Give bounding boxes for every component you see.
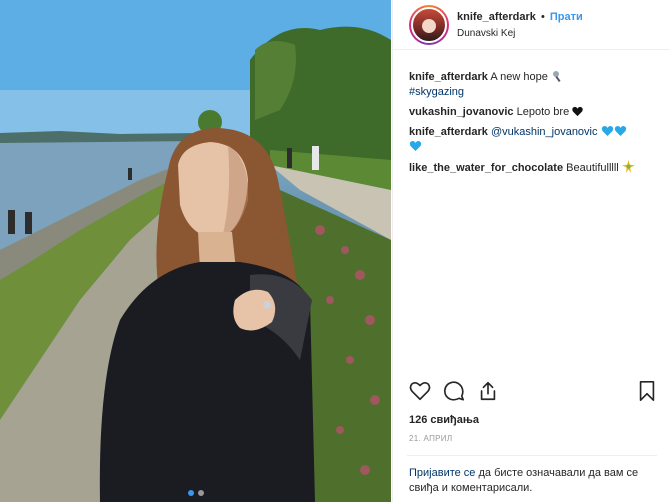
post-header-text: knife_afterdark • Прати Dunavski Kej [457, 10, 583, 39]
blue-heart-icon [601, 126, 613, 136]
post-photo[interactable] [0, 0, 391, 502]
comment-username[interactable]: vukashin_jovanovic [409, 106, 514, 118]
comment-icon[interactable] [443, 380, 465, 402]
comment-item: knife_afterdark @vukashin_jovanovic [409, 125, 661, 155]
comment-username[interactable]: knife_afterdark [409, 126, 488, 138]
divider [407, 455, 657, 456]
microphone-icon [552, 71, 561, 82]
carousel-dot-active[interactable] [187, 490, 194, 496]
bookmark-icon[interactable] [637, 380, 657, 402]
sparkle-icon [621, 160, 635, 173]
comment-username[interactable]: knife_afterdark [409, 71, 488, 83]
post-author-username[interactable]: knife_afterdark [457, 11, 536, 23]
comment-caption: knife_afterdark A new hope #skygazing [409, 70, 661, 100]
login-prompt: Пријавите се да бисте означавали да вам … [409, 466, 659, 496]
blue-heart-icon [614, 126, 626, 136]
blue-heart-icon [409, 141, 422, 151]
hashtag-link[interactable]: #skygazing [409, 86, 464, 98]
comment-item: vukashin_jovanovic Lepoto bre [409, 105, 661, 120]
comment-text: Beautifulllll [563, 162, 622, 174]
post-side-panel: knife_afterdark • Прати Dunavski Kej kni… [392, 0, 670, 502]
comment-username[interactable]: like_the_water_for_chocolate [409, 162, 563, 174]
comments-list: knife_afterdark A new hope #skygazing vu… [409, 70, 661, 181]
comment-text: Lepoto bre [513, 106, 573, 118]
avatar[interactable] [409, 4, 449, 45]
post-actions [409, 380, 659, 406]
carousel-indicator [0, 490, 391, 496]
comment-text: A new hope [487, 71, 551, 83]
location-link[interactable]: Dunavski Kej [457, 28, 583, 39]
heart-icon[interactable] [409, 380, 431, 402]
post-date[interactable]: 21. АПРИЛ [409, 434, 452, 443]
header-separator: • [540, 11, 545, 23]
post-header: knife_afterdark • Прати Dunavski Kej [393, 0, 670, 50]
mention-link[interactable]: @vukashin_jovanovic [491, 126, 598, 138]
black-heart-icon [572, 106, 583, 117]
photo-scene [0, 0, 391, 502]
share-icon[interactable] [477, 380, 499, 402]
likes-count[interactable]: 126 свиђања [409, 414, 479, 426]
carousel-dot[interactable] [197, 490, 204, 496]
comment-item: like_the_water_for_chocolate Beautifulll… [409, 160, 661, 176]
follow-button[interactable]: Прати [550, 11, 583, 23]
login-link[interactable]: Пријавите се [409, 467, 475, 479]
